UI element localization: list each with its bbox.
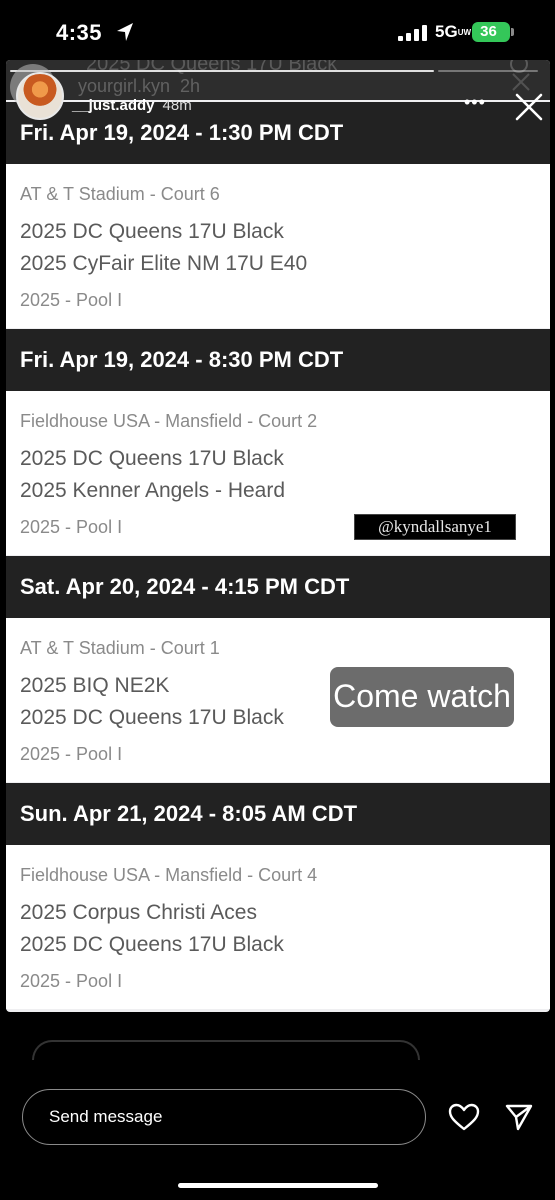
game-team-2: 2025 Kenner Angels - Heard xyxy=(20,479,286,502)
game-date: Sat. Apr 20, 2024 - 4:15 PM CDT xyxy=(20,574,350,599)
game-team-2: 2025 DC Queens 17U Black xyxy=(20,933,284,956)
status-time: 4:35 xyxy=(56,20,103,45)
game-team-1: 2025 DC Queens 17U Black xyxy=(20,447,284,470)
underlying-username: yourgirl.kyn 2h xyxy=(78,76,201,96)
more-options-icon[interactable]: ••• xyxy=(464,92,486,113)
text-sticker: Come watch xyxy=(330,667,514,727)
underlying-close-icon xyxy=(512,73,530,91)
game-venue: AT & T Stadium - Court 1 xyxy=(20,638,220,658)
network-label: 5GUW xyxy=(435,22,472,41)
location-arrow-icon xyxy=(117,23,133,41)
battery-indicator: 36 xyxy=(472,22,514,42)
game-venue: AT & T Stadium - Court 6 xyxy=(20,184,220,204)
close-icon[interactable] xyxy=(514,92,544,122)
game-date: Sun. Apr 21, 2024 - 8:05 AM CDT xyxy=(20,801,358,826)
game-card: Fieldhouse USA - Mansfield - Court 4 202… xyxy=(6,845,550,1009)
game-team-1: 2025 DC Queens 17U Black xyxy=(20,220,284,243)
status-bar: 4:35 5GUW 36 xyxy=(0,0,555,64)
game-team-1: 2025 Corpus Christi Aces xyxy=(20,901,257,924)
game-pool: 2025 - Pool I xyxy=(20,517,123,537)
game-date-header: Sat. Apr 20, 2024 - 4:15 PM CDT xyxy=(6,556,550,618)
story-username[interactable]: __just.addy 48m xyxy=(72,97,192,114)
send-icon[interactable] xyxy=(504,1102,534,1132)
game-date-header: Sun. Apr 21, 2024 - 8:05 AM CDT xyxy=(6,783,550,845)
game-team-2: 2025 DC Queens 17U Black xyxy=(20,706,284,729)
game-venue: Fieldhouse USA - Mansfield - Court 2 xyxy=(20,411,318,431)
game-pool: 2025 - Pool I xyxy=(20,971,123,991)
game-date: Fri. Apr 19, 2024 - 8:30 PM CDT xyxy=(20,347,344,372)
reply-edge xyxy=(32,1040,420,1060)
mention-tag[interactable]: @kyndallsanye1 xyxy=(354,514,516,540)
game-date: Fri. Apr 19, 2024 - 1:30 PM CDT xyxy=(20,120,344,145)
game-card: AT & T Stadium - Court 6 2025 DC Queens … xyxy=(6,164,550,328)
game-team-1: 2025 BIQ NE2K xyxy=(20,674,170,697)
avatar[interactable] xyxy=(16,72,64,120)
story-progress-bar xyxy=(10,70,434,72)
cellular-signal-icon xyxy=(398,25,427,41)
send-message-input[interactable]: Send message xyxy=(22,1089,426,1145)
story-age: 48m xyxy=(162,97,192,114)
underlying-search-text: 2025 DC Queens 17U Black xyxy=(86,60,338,75)
home-indicator xyxy=(178,1183,378,1188)
game-team-2: 2025 CyFair Elite NM 17U E40 xyxy=(20,252,308,275)
send-message-placeholder: Send message xyxy=(49,1107,163,1126)
game-pool: 2025 - Pool I xyxy=(20,744,123,764)
game-venue: Fieldhouse USA - Mansfield - Court 4 xyxy=(20,865,318,885)
game-date-header: Fri. Apr 19, 2024 - 8:30 PM CDT xyxy=(6,329,550,391)
heart-icon[interactable] xyxy=(448,1102,480,1132)
game-pool: 2025 - Pool I xyxy=(20,290,123,310)
